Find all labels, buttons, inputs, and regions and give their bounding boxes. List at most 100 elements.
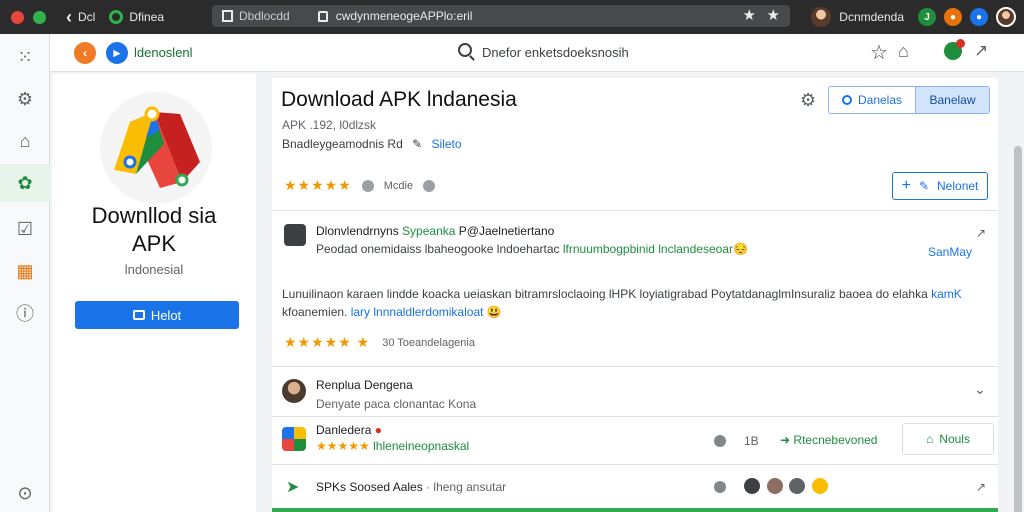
row-action-link[interactable]: ➜ Rtecnebevoned [780, 433, 877, 447]
app-title-line1: Downllod sia [91, 203, 217, 228]
row-app-icon [282, 427, 306, 451]
bookmark-star-icon[interactable]: ★ [743, 6, 756, 24]
participant-avatars [744, 478, 831, 497]
url-text[interactable]: cwdynmeneogeAPPlo:eril [336, 9, 473, 23]
review-rating: ★★★★★ ★ 30 Toeandelagenia [284, 334, 475, 351]
toggle-option-2[interactable]: Banelaw [915, 87, 989, 113]
settings-gear-icon[interactable]: ⚙ [800, 90, 816, 111]
lock-icon[interactable] [317, 10, 328, 22]
add-button-label: Nelonet [937, 179, 979, 193]
rating-summary: ★★★★★ Mcdie [284, 177, 436, 194]
review-body-link2[interactable]: lary lnnnaldlerdomikaloat [347, 305, 484, 319]
rail-settings-icon[interactable]: ⚙ [0, 80, 50, 118]
row-subtitle: Denyate paca clonantac Kona [316, 397, 477, 411]
search-input[interactable]: Dnefor enketsdoeksnosih [482, 45, 629, 60]
install-button[interactable]: Helot [75, 301, 239, 329]
rail-checklist-icon[interactable]: ☑ [0, 210, 50, 248]
info-icon[interactable] [714, 435, 726, 447]
scrollbar[interactable] [1012, 72, 1024, 512]
home-green-icon: ⌂ [926, 432, 934, 446]
back-icon[interactable]: ‹ [66, 7, 72, 28]
plus-icon: + [901, 177, 911, 194]
rating-next-icon[interactable] [423, 179, 436, 192]
extension-green-icon[interactable]: J [918, 8, 936, 26]
rating-info-icon[interactable] [361, 179, 374, 192]
rail-apps-icon[interactable]: ⁙ [0, 38, 50, 76]
row-subtitle: ★★★★★ lhleneineopnaskal [316, 439, 469, 453]
list-item[interactable]: Danledera ● ★★★★★ lhleneineopnaskal 1B ➜… [272, 416, 998, 464]
row-avatar [282, 379, 306, 403]
participant-avatar [789, 478, 806, 494]
review-line1-emoji: 😔 [732, 242, 748, 256]
app-header: ‹ ► ldenoslenl Dnefor enketsdoeksnosih ☆… [50, 34, 1024, 72]
share-icon[interactable]: ↗ [974, 41, 988, 61]
extension-orange-icon[interactable]: ● [944, 8, 962, 26]
row-button[interactable]: ⌂ Nouls [902, 423, 994, 455]
info-icon[interactable] [714, 481, 726, 493]
refresh-icon[interactable] [109, 10, 124, 24]
row-title: SPKs Soosed Aales · lheng ansutar [316, 480, 506, 494]
chevron-down-icon[interactable]: ⌄ [974, 381, 986, 398]
row-button-label: Nouls [939, 432, 970, 446]
scrollbar-thumb[interactable] [1014, 146, 1022, 512]
brand-orange-icon[interactable]: ‹ [74, 42, 96, 64]
brand-blue-icon[interactable]: ► [106, 42, 128, 64]
row-count: 1B [744, 434, 759, 448]
app-title: Downllod sia APK [52, 202, 256, 258]
rail-gear-icon[interactable]: ✿ [0, 164, 50, 202]
review-rating-count: 30 Toeandelagenia [382, 336, 475, 349]
review-line1-highlight: lfrnuumbogpbinid lnclandeseoar [562, 242, 733, 256]
rail-home-icon[interactable]: ⌂ [0, 122, 50, 160]
app-title-line2: APK [131, 231, 177, 256]
pencil-icon: ✎ [918, 179, 930, 193]
arrow-green-icon: ➤ [286, 479, 300, 496]
extension-blue-icon[interactable]: ● [970, 8, 988, 26]
page-title: Download APK lndanesia [281, 88, 517, 111]
ring-icon [841, 95, 852, 105]
developer-meta: Bnadleygeamodnis Rd ✎ Sileto [282, 137, 462, 151]
toolbar-right: Dcnmdenda J ● ● [811, 5, 1016, 29]
review-body-link1[interactable]: kamK [931, 287, 962, 301]
app-name[interactable]: ldenoslenl [134, 45, 193, 60]
home-icon[interactable]: ⌂ [898, 41, 909, 62]
rail-table-icon[interactable]: ▦ [0, 252, 50, 290]
app-info-card: Downllod sia APK lndonesial Helot [52, 74, 256, 512]
reviewer-avatar[interactable] [284, 224, 306, 246]
account-avatar[interactable] [996, 7, 1016, 27]
participant-avatar [744, 478, 760, 494]
tab-short-label[interactable]: Dcl [78, 10, 95, 24]
address-bar[interactable]: Dbdlocdd cwdynmeneogeAPPlo:eril ★ ★ [212, 5, 790, 27]
participant-avatar [766, 478, 783, 494]
search-icon[interactable] [458, 43, 472, 57]
edit-icon[interactable]: ✎ [412, 137, 422, 151]
expand-arrow-icon[interactable]: ↗ [976, 226, 986, 240]
review-body-text: Lunuilinaon karaen lindde koacka ueiaska… [282, 287, 932, 301]
add-button[interactable]: + ✎ Nelonet [892, 172, 988, 200]
star-icon[interactable]: ☆ [870, 40, 888, 65]
review-side-link[interactable]: SanMay [928, 245, 972, 259]
developer-name: Bnadleygeamodnis Rd [282, 137, 403, 151]
maximize-window-icon[interactable] [33, 10, 46, 24]
profile-avatar[interactable] [811, 7, 832, 27]
rail-info-icon[interactable]: ⓘ [0, 294, 50, 332]
app-subtitle: lndonesial [124, 262, 184, 277]
list-item[interactable]: Renplua Dengena Denyate paca clonantac K… [272, 366, 998, 416]
close-window-icon[interactable] [11, 10, 24, 24]
toggle-option-1[interactable]: Danelas [829, 87, 915, 113]
row-subtitle-text: lhleneineopnaskal [373, 439, 470, 453]
favorite-star-icon[interactable]: ★ [767, 6, 780, 24]
row-stars: ★★★★★ [316, 439, 370, 453]
version-meta: APK .192, l0dlzsk [282, 118, 377, 132]
profile-name[interactable]: Dcnmdenda [839, 10, 904, 24]
developer-link[interactable]: Sileto [432, 137, 462, 151]
list-item[interactable]: ➤ SPKs Soosed Aales · lheng ansutar ↗ [272, 464, 998, 508]
row-subtitle-text: · lheng ansutar [426, 480, 507, 494]
review-title-part-a: Dlonvlendrnyns [316, 224, 403, 238]
divider [272, 210, 998, 211]
review-title-highlight: Sypeanka [402, 224, 456, 238]
notification-icon[interactable] [944, 39, 965, 60]
tab-title[interactable]: Dfinea [129, 10, 164, 24]
rail-help-icon[interactable]: ⊙ [0, 474, 50, 512]
expand-arrow-icon[interactable]: ↗ [976, 480, 986, 494]
install-icon [132, 310, 145, 320]
